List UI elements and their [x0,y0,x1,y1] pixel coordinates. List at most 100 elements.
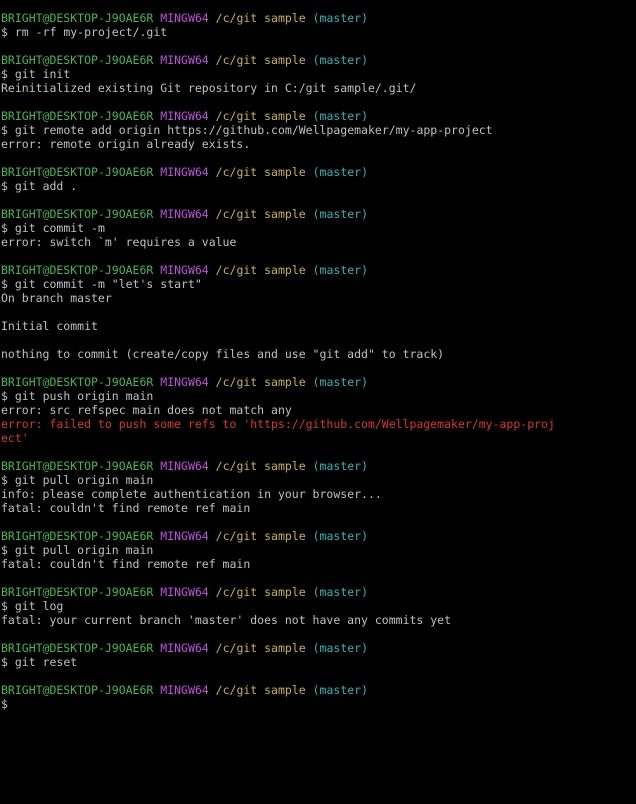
prompt-path: /c/git sample [215,585,306,599]
prompt-symbol: $ [1,179,8,193]
prompt-path: /c/git sample [215,529,306,543]
prompt-symbol: $ [1,25,8,39]
prompt-user-host: BRIGHT@DESKTOP-J9OAE6R [1,375,154,389]
prompt-system: MINGW64 [160,263,209,277]
output-line: fatal: couldn't find remote ref main [1,501,251,515]
command-block: BRIGHT@DESKTOP-J9OAE6R MINGW64 /c/git sa… [1,459,636,529]
prompt-symbol: $ [1,543,8,557]
command-line: $ git commit -m [1,221,636,235]
prompt-header: BRIGHT@DESKTOP-J9OAE6R MINGW64 /c/git sa… [1,641,636,655]
prompt-system: MINGW64 [160,109,209,123]
prompt-symbol: $ [1,697,8,711]
output-line: error: switch `m' requires a value [1,235,237,249]
command-text: git pull origin main [14,473,154,487]
command-line: $ git commit -m "let's start" [1,277,636,291]
command-text: git init [14,67,71,81]
prompt-symbol: $ [1,473,8,487]
command-line: $ git push origin main [1,389,636,403]
prompt-user-host: BRIGHT@DESKTOP-J9OAE6R [1,11,154,25]
command-block: BRIGHT@DESKTOP-J9OAE6R MINGW64 /c/git sa… [1,683,636,711]
command-text: git pull origin main [14,543,154,557]
prompt-user-host: BRIGHT@DESKTOP-J9OAE6R [1,263,154,277]
command-block: BRIGHT@DESKTOP-J9OAE6R MINGW64 /c/git sa… [1,165,636,207]
prompt-user-host: BRIGHT@DESKTOP-J9OAE6R [1,109,154,123]
command-line: $ rm -rf my-project/.git [1,25,636,39]
prompt-user-host: BRIGHT@DESKTOP-J9OAE6R [1,459,154,473]
command-line: $ git reset [1,655,636,669]
prompt-system: MINGW64 [160,207,209,221]
prompt-symbol: $ [1,389,8,403]
output-line: error: remote origin already exists. [1,137,251,151]
prompt-path: /c/git sample [215,375,306,389]
prompt-header: BRIGHT@DESKTOP-J9OAE6R MINGW64 /c/git sa… [1,585,636,599]
prompt-header: BRIGHT@DESKTOP-J9OAE6R MINGW64 /c/git sa… [1,529,636,543]
prompt-path: /c/git sample [215,459,306,473]
prompt-symbol: $ [1,277,8,291]
prompt-branch: (master) [312,585,369,599]
command-block: BRIGHT@DESKTOP-J9OAE6R MINGW64 /c/git sa… [1,263,636,375]
prompt-header: BRIGHT@DESKTOP-J9OAE6R MINGW64 /c/git sa… [1,683,636,697]
error-output-line: error: failed to push some refs to 'http… [1,417,555,431]
command-text: rm -rf my-project/.git [14,25,168,39]
prompt-branch: (master) [312,375,369,389]
prompt-system: MINGW64 [160,11,209,25]
command-text: git commit -m "let's start" [14,277,202,291]
prompt-header: BRIGHT@DESKTOP-J9OAE6R MINGW64 /c/git sa… [1,53,636,67]
command-block: BRIGHT@DESKTOP-J9OAE6R MINGW64 /c/git sa… [1,375,636,459]
prompt-branch: (master) [312,207,369,221]
prompt-user-host: BRIGHT@DESKTOP-J9OAE6R [1,207,154,221]
output-line: info: please complete authentication in … [1,487,382,501]
command-text: git remote add origin https://github.com… [14,123,493,137]
prompt-path: /c/git sample [215,683,306,697]
command-text: git add . [14,179,78,193]
prompt-user-host: BRIGHT@DESKTOP-J9OAE6R [1,529,154,543]
prompt-user-host: BRIGHT@DESKTOP-J9OAE6R [1,53,154,67]
active-command-line[interactable]: $ [1,697,636,711]
terminal-window[interactable]: BRIGHT@DESKTOP-J9OAE6R MINGW64 /c/git sa… [0,0,636,804]
prompt-header: BRIGHT@DESKTOP-J9OAE6R MINGW64 /c/git sa… [1,109,636,123]
command-block: BRIGHT@DESKTOP-J9OAE6R MINGW64 /c/git sa… [1,207,636,263]
prompt-header: BRIGHT@DESKTOP-J9OAE6R MINGW64 /c/git sa… [1,11,636,25]
prompt-system: MINGW64 [160,641,209,655]
prompt-branch: (master) [312,263,369,277]
prompt-path: /c/git sample [215,109,306,123]
command-block: BRIGHT@DESKTOP-J9OAE6R MINGW64 /c/git sa… [1,11,636,53]
prompt-path: /c/git sample [215,165,306,179]
command-text: git reset [14,655,78,669]
command-line: $ git init [1,67,636,81]
command-line: $ git remote add origin https://github.c… [1,123,636,137]
prompt-path: /c/git sample [215,11,306,25]
prompt-branch: (master) [312,683,369,697]
prompt-path: /c/git sample [215,263,306,277]
command-block: BRIGHT@DESKTOP-J9OAE6R MINGW64 /c/git sa… [1,109,636,165]
prompt-branch: (master) [312,529,369,543]
prompt-branch: (master) [312,109,369,123]
output-line: error: src refspec main does not match a… [1,403,292,417]
command-block: BRIGHT@DESKTOP-J9OAE6R MINGW64 /c/git sa… [1,585,636,641]
prompt-branch: (master) [312,53,369,67]
prompt-header: BRIGHT@DESKTOP-J9OAE6R MINGW64 /c/git sa… [1,165,636,179]
error-output-line: ect' [1,431,29,445]
prompt-symbol: $ [1,221,8,235]
prompt-header: BRIGHT@DESKTOP-J9OAE6R MINGW64 /c/git sa… [1,263,636,277]
output-line: Reinitialized existing Git repository in… [1,81,417,95]
prompt-user-host: BRIGHT@DESKTOP-J9OAE6R [1,585,154,599]
prompt-system: MINGW64 [160,459,209,473]
prompt-system: MINGW64 [160,375,209,389]
command-text: git commit -m [14,221,105,235]
command-block: BRIGHT@DESKTOP-J9OAE6R MINGW64 /c/git sa… [1,53,636,109]
command-line: $ git log [1,599,636,613]
output-line: nothing to commit (create/copy files and… [1,347,445,361]
prompt-path: /c/git sample [215,207,306,221]
